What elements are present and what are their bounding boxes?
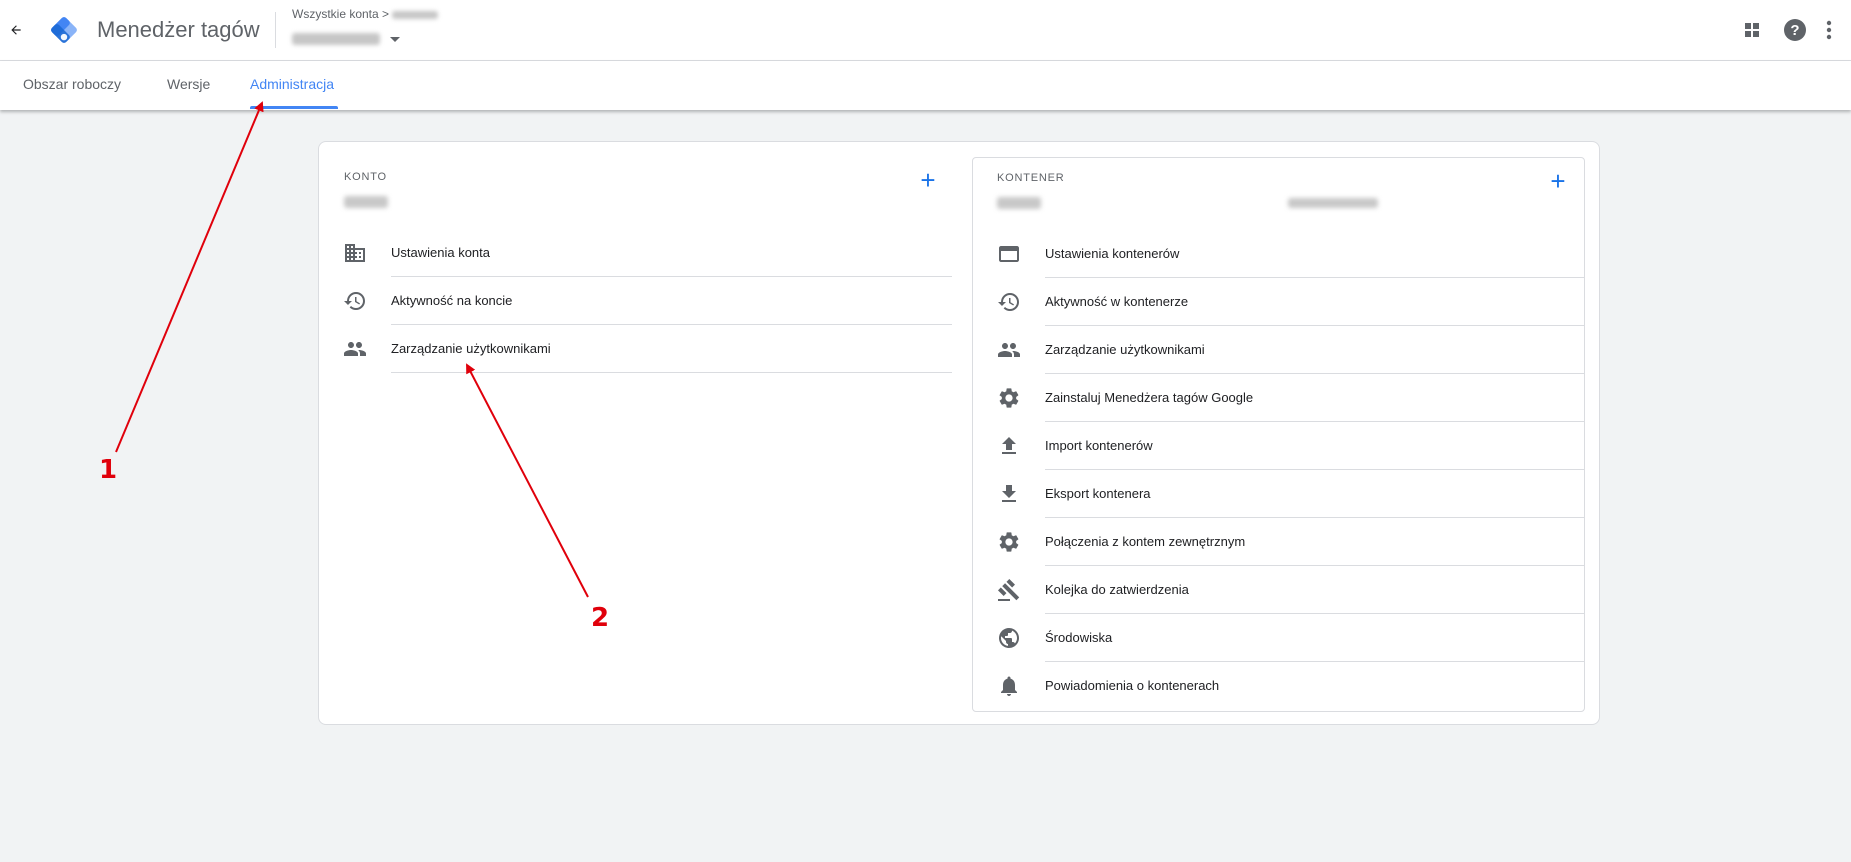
annotation-arrows [115,101,589,598]
annotation-number-1: 1 [99,455,118,485]
annotation-number-2: 2 [591,603,610,633]
annotation-arrow-1 [115,101,264,453]
annotation-arrow-2 [466,363,589,598]
